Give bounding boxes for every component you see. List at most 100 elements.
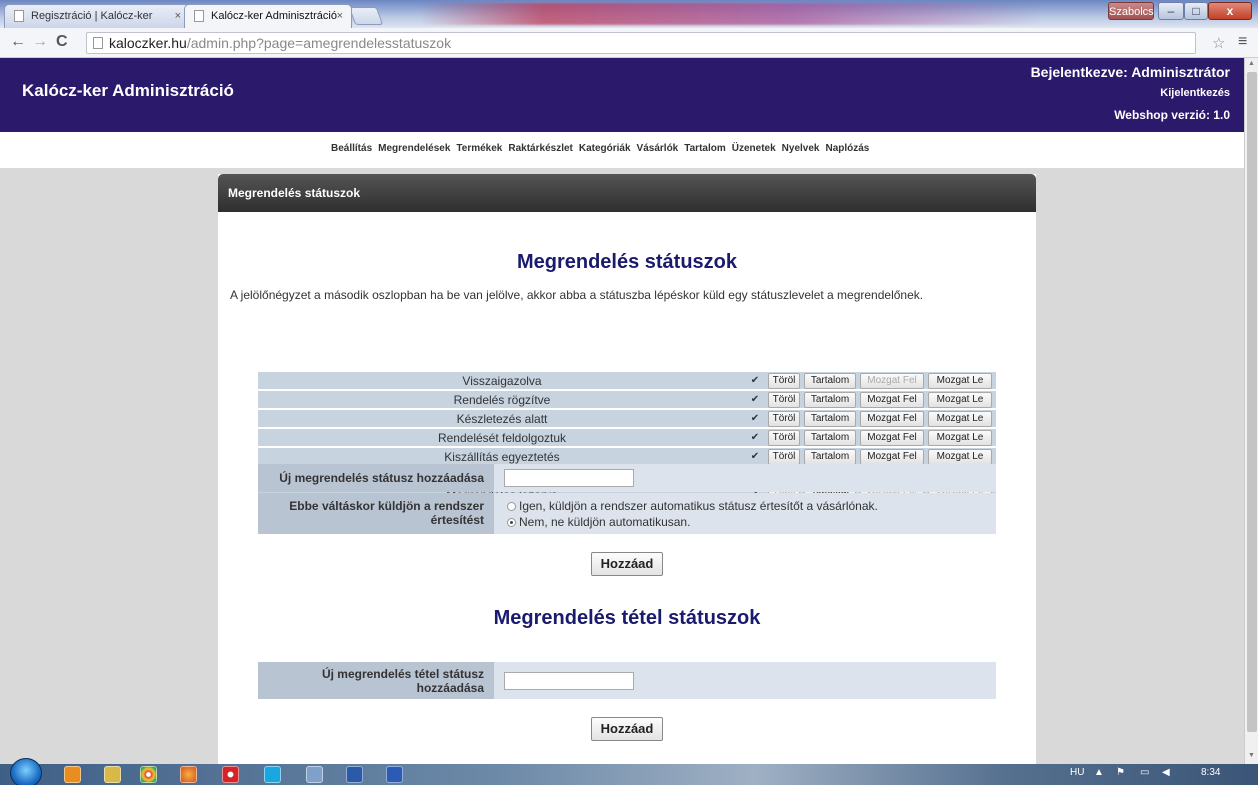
nav-item[interactable]: Tartalom [684,143,726,154]
save-disk-icon[interactable] [346,766,363,783]
nav-item[interactable]: Naplózás [825,143,869,154]
volume-icon[interactable]: ◀ [1162,767,1170,778]
tray-expand-icon[interactable]: ▲ [1094,767,1104,778]
skype-icon[interactable] [264,766,281,783]
content-button[interactable]: Tartalom [804,411,856,427]
delete-button[interactable]: Töröl [768,430,800,446]
start-button[interactable] [10,758,42,785]
notify-yes-option[interactable]: Igen, küldjön a rendszer automatikus stá… [507,499,878,513]
section-heading-statuses: Megrendelés státuszok [516,251,738,273]
nav-item[interactable]: Raktárkészlet [508,143,572,154]
scroll-down-icon[interactable]: ▼ [1248,752,1255,759]
flag-icon[interactable]: ⚑ [1116,767,1125,778]
move-down-button[interactable]: Mozgat Le [928,373,992,389]
notify-label: Ebbe váltáskor küldjön a rendszer értesí… [258,493,494,534]
status-name: Rendelés rögzítve [453,393,551,407]
nav-item[interactable]: Termékek [456,143,502,154]
delete-button[interactable]: Töröl [768,392,800,408]
delete-button[interactable]: Töröl [768,411,800,427]
new-status-label: Új megrendelés státusz hozzáadása [258,464,494,492]
back-icon[interactable]: ← [10,33,26,51]
tab-registration[interactable]: Regisztráció | Kalócz-ker × [4,4,190,28]
close-icon[interactable]: × [175,5,181,27]
nav-item[interactable]: Beállítás [331,143,372,154]
language-indicator[interactable]: HU [1070,767,1084,778]
content-button[interactable]: Tartalom [804,373,856,389]
new-status-input[interactable] [504,469,634,487]
browser-toolbar: ← → C kaloczker.hu/admin.php?page=amegre… [0,28,1258,58]
content-button[interactable]: Tartalom [804,449,856,465]
radio-no[interactable] [507,518,516,527]
description-text: A jelölőnégyzet a második oszlopban ha b… [230,288,924,302]
chrome-icon[interactable] [140,766,157,783]
notify-checkbox[interactable]: ✔ [749,432,761,444]
move-up-button[interactable]: Mozgat Fel [860,411,924,427]
browser-tabstrip: Regisztráció | Kalócz-ker × Kalócz-ker A… [0,0,1258,28]
notify-no-option[interactable]: Nem, ne küldjön automatikusan. [507,515,690,529]
new-item-status-label: Új megrendelés tétel státusz hozzáadása [258,662,494,699]
tab-title: Regisztráció | Kalócz-ker [31,10,153,22]
move-down-button[interactable]: Mozgat Le [928,392,992,408]
bookmark-star-icon[interactable]: ☆ [1212,34,1225,52]
radio-yes[interactable] [507,502,516,511]
nav-item[interactable]: Nyelvek [782,143,820,154]
logout-link[interactable]: Kijelentkezés [1160,87,1230,99]
delete-button[interactable]: Töröl [768,449,800,465]
notify-checkbox[interactable]: ✔ [749,413,761,425]
user-profile-button[interactable]: Szabolcs [1108,2,1154,20]
explorer-icon[interactable] [104,766,121,783]
move-up-button[interactable]: Mozgat Fel [860,373,924,389]
new-item-status-input[interactable] [504,672,634,690]
media-player-icon[interactable] [64,766,81,783]
vertical-scrollbar[interactable]: ▲ ▼ [1244,58,1258,764]
tab-title: Kalócz-ker Adminisztráció [211,10,337,22]
move-down-button[interactable]: Mozgat Le [928,449,992,465]
page-icon [14,10,24,22]
nav-item[interactable]: Kategóriák [579,143,631,154]
forward-icon[interactable]: → [32,33,48,51]
page-viewport: Kalócz-ker Adminisztráció Bejelentkezve:… [0,58,1244,764]
move-down-button[interactable]: Mozgat Le [928,430,992,446]
tab-admin[interactable]: Kalócz-ker Adminisztráció × [184,4,352,28]
add-item-status-button[interactable]: Hozzáad [591,717,663,741]
close-icon[interactable]: × [337,5,343,27]
move-up-button[interactable]: Mozgat Fel [860,430,924,446]
status-name: Készletezés alatt [456,412,548,426]
move-up-button[interactable]: Mozgat Fel [860,449,924,465]
network-icon[interactable]: ▭ [1140,767,1149,778]
add-status-button[interactable]: Hozzáad [591,552,663,576]
nav-item[interactable]: Megrendelések [378,143,450,154]
clock[interactable]: 8:34 [1201,767,1220,778]
scroll-up-icon[interactable]: ▲ [1248,60,1255,67]
status-row: Rendelését feldolgoztuk ✔ Töröl Tartalom Moz… [258,429,996,447]
new-tab-button[interactable] [348,7,384,25]
scrollbar-thumb[interactable] [1247,72,1257,732]
status-name: Rendelését feldolgoztuk [437,431,567,445]
delete-button[interactable]: Töröl [768,373,800,389]
firefox-icon[interactable] [180,766,197,783]
content-button[interactable]: Tartalom [804,392,856,408]
reload-icon[interactable]: C [56,33,68,51]
opera-icon[interactable] [222,766,239,783]
url-path: /admin.php?page=amegrendelesstatuszok [186,35,452,51]
new-status-row: Új megrendelés státusz hozzáadása [258,464,996,492]
minimize-button[interactable]: – [1158,2,1184,20]
nav-item[interactable]: Üzenetek [732,143,776,154]
word-icon[interactable] [386,766,403,783]
address-bar[interactable]: kaloczker.hu/admin.php?page=amegrendeles… [86,32,1196,54]
notify-checkbox[interactable]: ✔ [749,394,761,406]
site-header: Kalócz-ker Adminisztráció Bejelentkezve:… [0,58,1244,132]
move-down-button[interactable]: Mozgat Le [928,411,992,427]
notify-checkbox[interactable]: ✔ [749,451,761,463]
menu-icon[interactable]: ≡ [1238,33,1247,51]
content-button[interactable]: Tartalom [804,430,856,446]
page-icon [194,10,204,22]
content-panel: Megrendelés státuszok Megrendelés státus… [218,174,1036,764]
nav-item[interactable]: Vásárlók [637,143,679,154]
paint-icon[interactable] [306,766,323,783]
notify-checkbox[interactable]: ✔ [749,375,761,387]
move-up-button[interactable]: Mozgat Fel [860,392,924,408]
notify-row: Ebbe váltáskor küldjön a rendszer értesí… [258,493,996,534]
close-window-button[interactable]: x [1208,2,1252,20]
maximize-button[interactable]: □ [1184,2,1208,20]
